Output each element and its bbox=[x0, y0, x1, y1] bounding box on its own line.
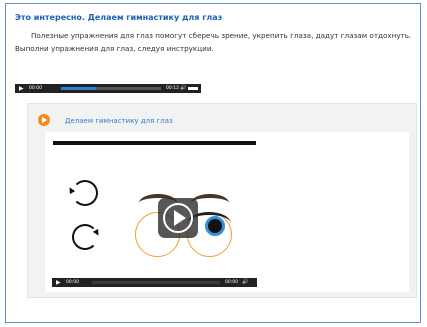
video-panel-title: Делаем гимнастику для глаз bbox=[65, 117, 173, 125]
video-top-bar bbox=[53, 141, 256, 145]
lesson-intro: Полезные упражнения для глаз помогут сбе… bbox=[15, 30, 415, 55]
counterclockwise-arrow-icon bbox=[72, 180, 98, 206]
volume-slider[interactable] bbox=[188, 87, 198, 90]
audio-duration: 00:12 bbox=[166, 86, 179, 91]
clockwise-arrow-icon bbox=[72, 224, 98, 250]
intro-line-2: Выполни упражнения для глаз, следуя инст… bbox=[15, 43, 214, 53]
lesson-title: Это интересно. Делаем гимнастику для гла… bbox=[15, 13, 223, 22]
audio-player[interactable]: ▶ 00:00 00:12 🔊 bbox=[15, 84, 201, 93]
audio-progress-track[interactable] bbox=[61, 87, 161, 90]
video-panel: Делаем гимнастику для глаз ▶ 00:00 00:00… bbox=[27, 103, 417, 298]
video-controls[interactable]: ▶ 00:00 00:00 🔊 bbox=[52, 278, 257, 287]
play-icon[interactable]: ▶ bbox=[19, 85, 24, 92]
play-icon[interactable]: ▶ bbox=[56, 279, 61, 286]
video-player[interactable]: ▶ 00:00 00:00 🔊 bbox=[45, 132, 409, 292]
video-play-button[interactable] bbox=[158, 198, 198, 238]
play-icon bbox=[174, 210, 186, 226]
pupil bbox=[205, 216, 225, 236]
video-duration: 00:00 bbox=[225, 280, 238, 285]
audio-progress-fill bbox=[61, 87, 96, 90]
video-current-time: 00:00 bbox=[66, 280, 79, 285]
orange-play-icon bbox=[38, 114, 50, 126]
volume-icon[interactable]: 🔊 bbox=[242, 279, 248, 285]
video-progress-track[interactable] bbox=[92, 281, 220, 284]
volume-icon[interactable]: 🔊 bbox=[180, 85, 186, 91]
audio-current-time: 00:00 bbox=[29, 86, 42, 91]
intro-line-1: Полезные упражнения для глаз помогут сбе… bbox=[31, 31, 412, 40]
